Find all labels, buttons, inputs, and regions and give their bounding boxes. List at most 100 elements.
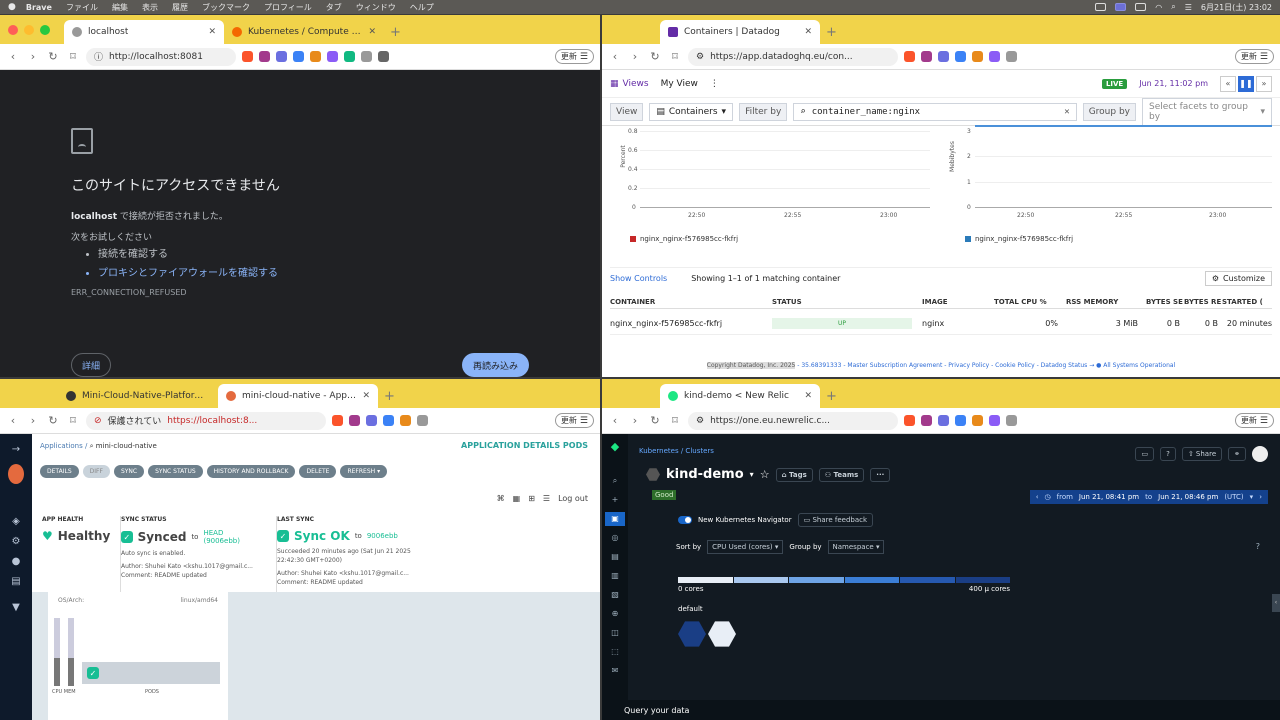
bookmark-icon[interactable]: ⌑ [668,50,682,63]
close-tab-icon[interactable]: ✕ [804,391,812,401]
history-rollback-button[interactable]: HISTORY AND ROLLBACK [206,465,296,478]
pod-hexagon[interactable] [678,621,706,647]
errors-icon[interactable]: ⬚ [610,647,620,657]
more-button[interactable]: ··· [870,467,891,482]
table-row[interactable]: nginx_nginx-f576985cc-fkfrj UP nginx 0% … [610,313,1272,335]
query-bar[interactable]: Query your data [602,700,1280,720]
menu-profile[interactable]: プロフィール [264,2,312,13]
menu-window[interactable]: ウィンドウ [356,2,396,13]
cluster-name[interactable]: kind-demo [666,467,744,482]
download-icon[interactable] [378,51,389,62]
tab-newrelic[interactable]: kind-demo < New Relic ✕ [660,384,820,408]
extension-icon[interactable] [383,415,394,426]
filter-input[interactable]: ⌕ container_name:nginx ✕ [793,102,1077,121]
col-memory[interactable]: RSS MEMORY [1066,298,1146,306]
tab-datadog[interactable]: Containers | Datadog ✕ [660,20,820,44]
brave-shields-icon[interactable] [904,51,915,62]
pod-check-icon[interactable]: ✓ [87,667,99,679]
star-icon[interactable]: ☆ [760,468,770,481]
update-button[interactable]: 更新 ☰ [554,49,594,64]
menu-history[interactable]: 履歴 [172,2,188,13]
filter-icon[interactable]: ▼ [10,602,22,614]
update-button[interactable]: 更新 ☰ [1234,413,1274,428]
reload-icon[interactable]: ↻ [46,414,60,427]
reload-icon[interactable]: ↻ [648,414,662,427]
tags-button[interactable]: ⌂ Tags [775,467,813,482]
extension-icon[interactable] [989,51,1000,62]
tab-argocd[interactable]: mini-cloud-native - Application... ✕ [218,384,378,408]
refresh-button[interactable]: REFRESH ▾ [340,465,388,478]
extension-icon[interactable] [972,415,983,426]
tab-localhost[interactable]: localhost ✕ [64,20,224,44]
forward-icon[interactable]: › [628,50,642,63]
grid-view-icon[interactable]: ▦ [513,494,521,503]
crumb-applications[interactable]: Applications [40,442,83,450]
feedback-button[interactable]: ▭ Share feedback [797,513,874,527]
menu-view[interactable]: 表示 [142,2,158,13]
clear-icon[interactable]: ✕ [1064,107,1069,117]
close-tab-icon[interactable]: ✕ [362,391,370,401]
infrastructure-icon[interactable]: ◎ [610,533,620,543]
menu-app[interactable]: Brave [26,3,52,12]
extension-icon[interactable] [955,51,966,62]
col-container[interactable]: CONTAINER [610,298,772,306]
network-view-icon[interactable]: ⊞ [528,494,535,503]
applications-icon[interactable]: ◈ [10,516,22,528]
col-cpu[interactable]: TOTAL CPU % [994,298,1066,306]
bookmark-icon[interactable]: ⌑ [66,50,80,63]
chevron-down-icon[interactable]: ▾ [750,470,754,479]
menu-bookmarks[interactable]: ブックマーク [202,2,250,13]
back-icon[interactable]: ‹ [6,50,20,63]
brave-shields-icon[interactable] [904,415,915,426]
avatar[interactable] [1252,446,1268,462]
extension-icon[interactable] [344,51,355,62]
new-tab-button[interactable]: + [820,20,843,44]
extension-icon[interactable] [327,51,338,62]
layout-icon[interactable] [1095,3,1107,11]
extension-icon[interactable] [366,415,377,426]
back-icon[interactable]: ‹ [6,414,20,427]
new-tab-button[interactable]: + [820,384,843,408]
diff-button[interactable]: DIFF [82,465,110,478]
tab-grafana[interactable]: Kubernetes / Compute Resources ✕ [224,20,384,44]
tree-view-icon[interactable]: ⌘ [497,494,505,503]
alerts-icon[interactable]: ⊕ [610,609,620,619]
forward-icon[interactable]: › [26,50,40,63]
brave-shields-icon[interactable] [242,51,253,62]
col-image[interactable]: IMAGE [922,298,994,306]
extension-icon[interactable] [955,415,966,426]
clock[interactable]: 6月21日(土) 23:02 [1201,2,1272,13]
sync-status-button[interactable]: SYNC STATUS [148,465,203,478]
back-icon[interactable]: ‹ [608,414,622,427]
address-bar[interactable]: ⚙ https://one.eu.newrelic.c... [688,411,898,430]
layout-active-icon[interactable] [1115,3,1127,11]
live-badge[interactable]: LIVE [1101,78,1128,89]
warning-icon[interactable]: ⊘ [94,416,102,426]
group-select[interactable]: Namespace ▾ [827,540,885,554]
bookmark-icon[interactable]: ⌑ [668,414,682,427]
collapse-icon[interactable]: → [10,444,22,456]
teams-button[interactable]: ⚇ Teams [818,467,865,482]
breadcrumb[interactable]: Kubernetes / Clusters [639,447,714,455]
group-select[interactable]: Select facets to group by ▾ [1142,97,1272,126]
comment-icon[interactable]: ▭ [1135,447,1155,461]
logs-icon[interactable]: ▧ [610,590,620,600]
view-select[interactable]: ▤ Containers ▾ [649,102,734,121]
menu-tab[interactable]: タブ [326,2,342,13]
col-bytes-received[interactable]: BYTES RE [1184,298,1222,306]
extension-icon[interactable] [400,415,411,426]
address-bar[interactable]: ⓘ http://localhost:8081 [86,47,236,66]
brave-rewards-icon[interactable] [921,51,932,62]
extension-icon[interactable] [310,51,321,62]
share-button[interactable]: ⇧ Share [1181,447,1223,461]
row-container[interactable]: nginx_nginx-f576985cc-fkfrj [610,319,772,328]
wifi-icon[interactable]: ◠ [1155,3,1162,12]
extension-icon[interactable] [938,51,949,62]
data-icon[interactable]: ▥ [610,571,620,581]
extension-icon[interactable] [293,51,304,62]
tune-icon[interactable]: ⚙ [696,416,704,426]
forward-icon[interactable]: › [628,414,642,427]
close-tab-icon[interactable]: ✕ [368,27,376,37]
extension-icon[interactable] [938,415,949,426]
tab-github[interactable]: Mini-Cloud-Native-Platform/k8s/... [58,384,218,408]
